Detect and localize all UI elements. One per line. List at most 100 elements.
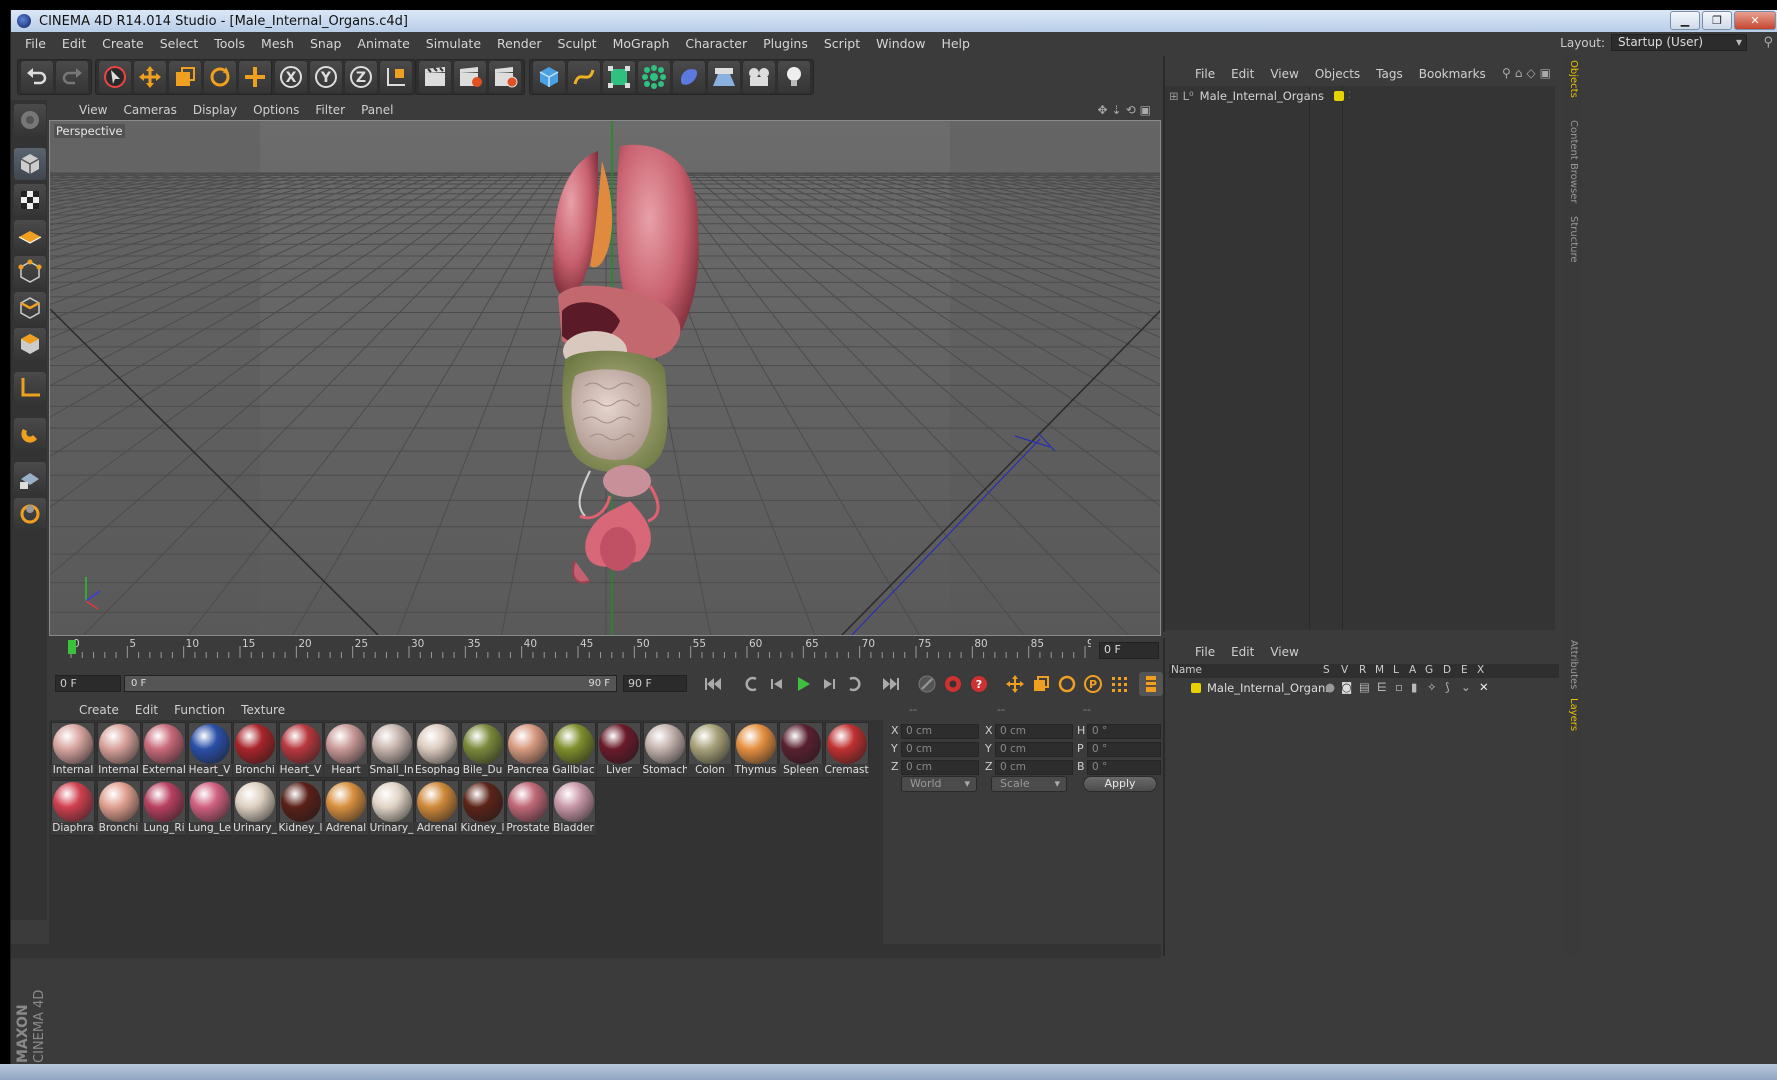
last-tool-icon[interactable] (239, 61, 271, 93)
layer-generators-icon[interactable]: ✧ (1427, 680, 1437, 694)
material-swatch[interactable]: Lung_Ri (142, 780, 186, 836)
deformer-icon[interactable] (673, 61, 705, 93)
menu-plugins[interactable]: Plugins (755, 36, 816, 51)
undo-icon[interactable] (21, 61, 53, 93)
layer-lock-icon[interactable]: ▫ (1395, 680, 1403, 694)
material-menu-texture[interactable]: Texture (233, 703, 293, 717)
previous-key-icon[interactable] (739, 672, 763, 696)
menu-script[interactable]: Script (816, 36, 868, 51)
magnet-snap-icon[interactable] (14, 418, 46, 450)
key-parameter-icon[interactable]: P (1081, 672, 1105, 696)
objects-menu-objects[interactable]: Objects (1307, 67, 1368, 81)
preview-range-slider[interactable]: 0 F 90 F (124, 675, 617, 692)
timeline-ruler[interactable]: 051015202530354045505560657075808590 0 F (49, 638, 1161, 668)
material-swatch[interactable]: Diaphra (51, 780, 95, 836)
make-editable-icon[interactable] (14, 104, 46, 136)
viewport-navigation-icons[interactable]: ✥⇣⟲▣ (1097, 103, 1155, 117)
planar-workplane-icon[interactable] (14, 498, 46, 530)
record-active-keys-icon[interactable] (941, 672, 965, 696)
current-frame-field[interactable]: 0 F (1099, 642, 1159, 659)
material-swatch[interactable]: Small_In (369, 722, 414, 778)
material-swatch[interactable]: Adrenal (415, 780, 459, 836)
material-swatch[interactable]: Liver (597, 722, 641, 778)
material-swatch[interactable]: Internal (96, 722, 141, 778)
restore-button[interactable]: ❐ (1702, 11, 1732, 30)
material-swatch[interactable]: Thymus (733, 722, 778, 778)
frame-ruler[interactable]: 051015202530354045505560657075808590 (61, 638, 1091, 666)
layers-menu-edit[interactable]: Edit (1223, 645, 1262, 659)
objects-menu-bookmarks[interactable]: Bookmarks (1411, 67, 1494, 81)
rotation-b-field[interactable]: 0 ° (1087, 760, 1161, 775)
start-frame-field[interactable]: 0 F (55, 675, 121, 692)
play-forward-icon[interactable] (791, 672, 815, 696)
render-to-picture-viewer-icon[interactable] (454, 61, 486, 93)
rotation-h-field[interactable]: 0 ° (1087, 724, 1161, 739)
previous-frame-icon[interactable] (765, 672, 789, 696)
objects-menu-file[interactable]: File (1187, 67, 1223, 81)
viewport-menu-panel[interactable]: Panel (353, 103, 401, 117)
layer-color-tag[interactable] (1333, 91, 1344, 101)
objects-menu-edit[interactable]: Edit (1223, 67, 1262, 81)
object-row-male-internal-organs[interactable]: ⊞ L⁰ Male_Internal_Organs ⁚ (1169, 88, 1351, 104)
axis-mode-icon[interactable] (14, 372, 46, 404)
menu-character[interactable]: Character (677, 36, 755, 51)
model-mode-icon[interactable] (14, 148, 46, 180)
objects-menu-view[interactable]: View (1262, 67, 1306, 81)
menu-select[interactable]: Select (152, 36, 207, 51)
array-object-icon[interactable] (638, 61, 670, 93)
tab-objects[interactable]: Objects (1565, 60, 1579, 98)
layer-view-icon[interactable]: ◙ (1341, 680, 1352, 694)
menu-render[interactable]: Render (489, 36, 550, 51)
position-x-field[interactable]: 0 cm (901, 724, 979, 739)
expand-icon[interactable]: ⊞ (1169, 89, 1179, 103)
size-y-field[interactable]: 0 cm (995, 742, 1073, 757)
move-tool-icon[interactable] (134, 61, 166, 93)
material-swatch[interactable]: Kidney_l (278, 780, 323, 836)
menu-window[interactable]: Window (868, 36, 933, 51)
tab-attributes[interactable]: Attributes (1565, 640, 1579, 689)
material-menu-function[interactable]: Function (166, 703, 233, 717)
layer-color-swatch[interactable] (1191, 683, 1201, 693)
minimize-button[interactable]: ▁ (1670, 11, 1700, 30)
spline-pen-icon[interactable] (568, 61, 600, 93)
material-swatch[interactable]: Esophag (415, 722, 459, 778)
render-settings-icon[interactable] (489, 61, 521, 93)
layer-solo-icon[interactable]: ● (1325, 680, 1335, 694)
object-manager-search-icons[interactable]: ⚲⌂◇▣ (1502, 66, 1555, 80)
next-frame-icon[interactable] (817, 672, 841, 696)
scale-tool-icon[interactable] (169, 61, 201, 93)
go-to-start-icon[interactable] (701, 672, 725, 696)
position-z-field[interactable]: 0 cm (901, 760, 979, 775)
layer-xref-icon[interactable]: ✕ (1479, 680, 1489, 694)
perspective-viewport[interactable]: Perspective (49, 120, 1161, 636)
material-swatch[interactable]: Internal (51, 722, 95, 778)
key-rotation-icon[interactable] (1055, 672, 1079, 696)
z-axis-lock-icon[interactable]: Z (345, 61, 377, 93)
coordinate-system-icon[interactable] (380, 61, 412, 93)
polygons-mode-icon[interactable] (14, 328, 46, 360)
render-view-icon[interactable] (419, 61, 451, 93)
material-swatch[interactable]: Prostate (506, 780, 550, 836)
viewport-menu-filter[interactable]: Filter (307, 103, 353, 117)
playhead-marker[interactable] (68, 640, 76, 654)
tab-layers[interactable]: Layers (1565, 698, 1579, 731)
key-scale-icon[interactable] (1029, 672, 1053, 696)
material-swatch[interactable]: External (142, 722, 186, 778)
key-pla-icon[interactable] (1107, 672, 1131, 696)
menu-simulate[interactable]: Simulate (418, 36, 489, 51)
material-swatch[interactable]: Kidney_l (460, 780, 505, 836)
apply-button[interactable]: Apply (1083, 776, 1157, 792)
layer-deformers-icon[interactable]: ⟆ (1445, 680, 1450, 694)
material-swatch[interactable]: Bronchi (96, 780, 141, 836)
material-swatch[interactable]: Bile_Du (460, 722, 505, 778)
layers-menu-view[interactable]: View (1262, 645, 1306, 659)
floor-environment-icon[interactable] (708, 61, 740, 93)
size-x-field[interactable]: 0 cm (995, 724, 1073, 739)
key-position-icon[interactable] (1003, 672, 1027, 696)
menu-mesh[interactable]: Mesh (253, 36, 302, 51)
material-swatch[interactable]: Adrenal (324, 780, 368, 836)
y-axis-lock-icon[interactable]: Y (310, 61, 342, 93)
menu-edit[interactable]: Edit (54, 36, 94, 51)
world-object-dropdown[interactable]: World (901, 776, 977, 792)
rotation-p-field[interactable]: 0 ° (1087, 742, 1161, 757)
